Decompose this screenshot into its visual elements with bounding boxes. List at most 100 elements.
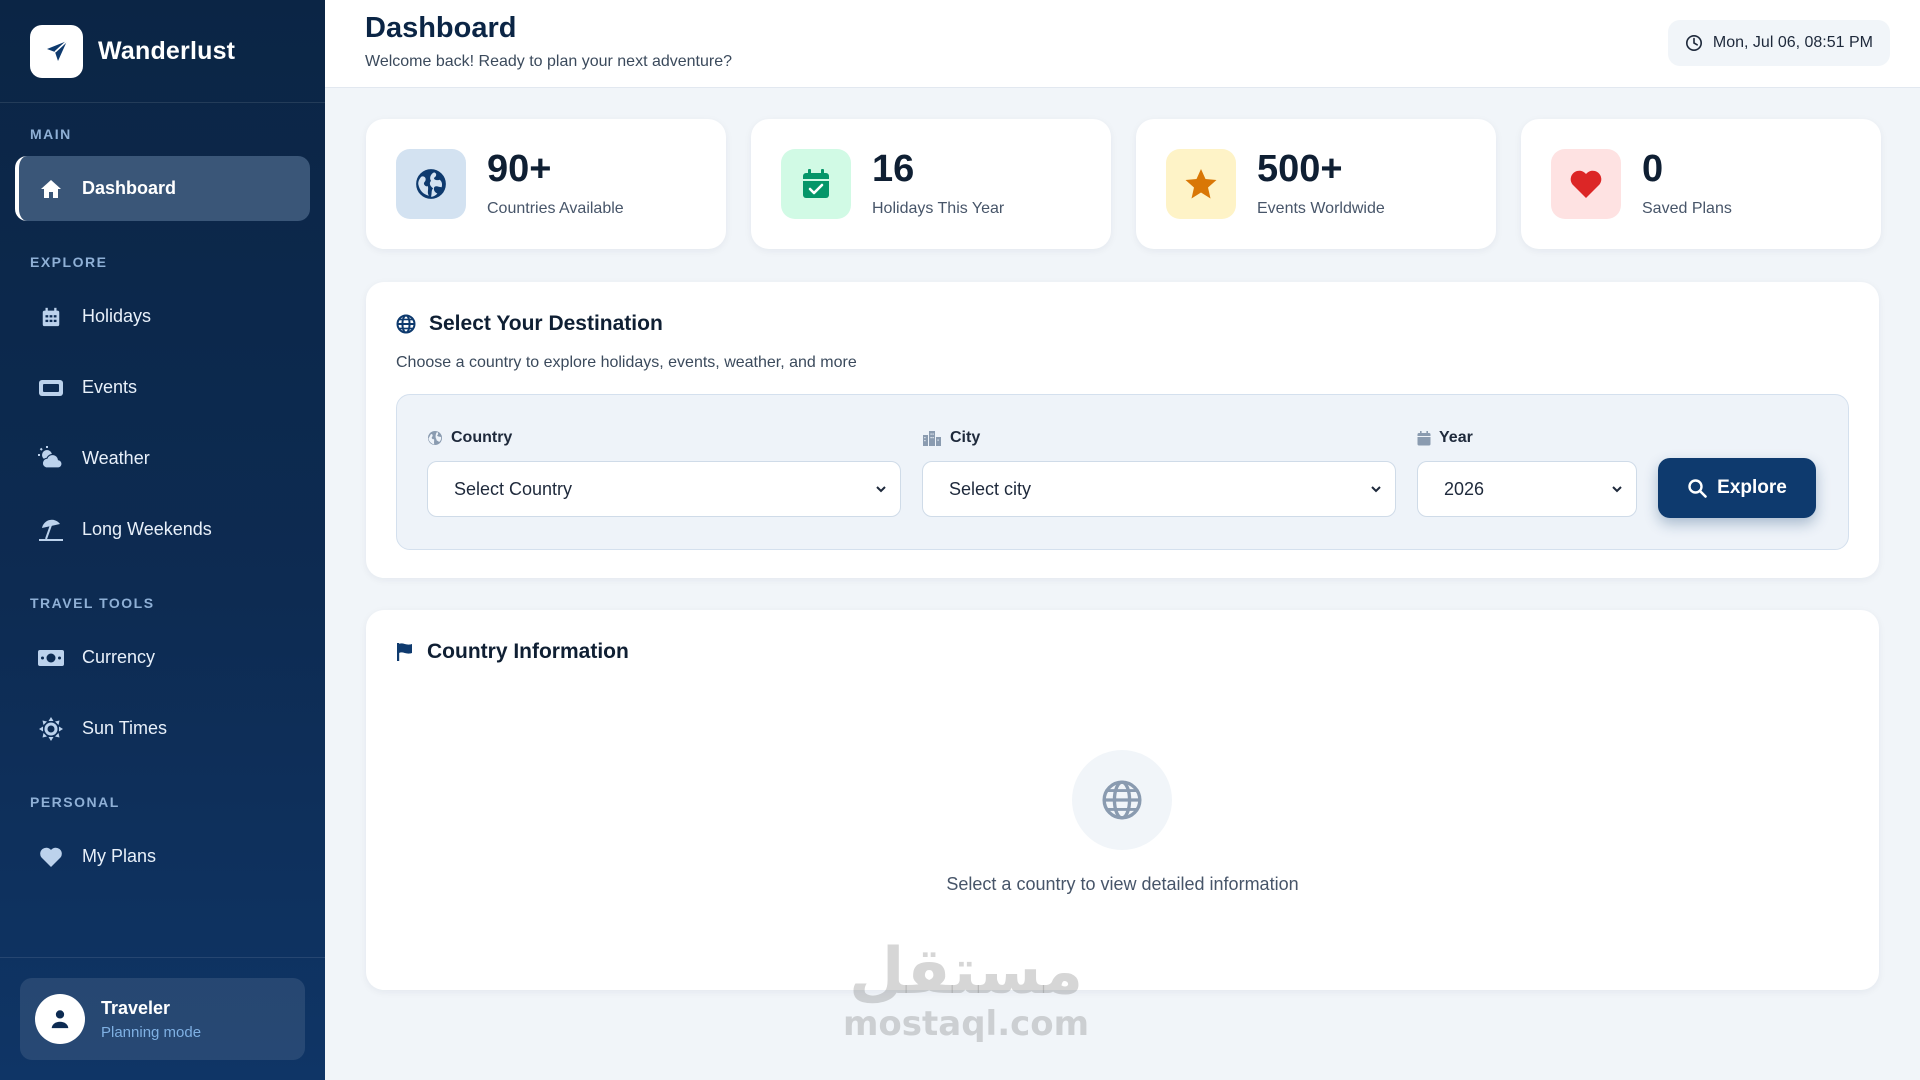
calendar-icon	[37, 303, 65, 331]
sidebar-item-currency[interactable]: Currency	[15, 625, 310, 690]
year-label-text: Year	[1439, 429, 1473, 446]
globe-icon	[416, 169, 446, 199]
user-icon	[51, 1010, 69, 1029]
stat-value: 0	[1642, 148, 1664, 190]
stat-card-holidays: 16 Holidays This Year	[751, 119, 1111, 249]
country-select-value: Select Country	[454, 478, 573, 499]
country-select[interactable]: Select Country	[427, 461, 901, 517]
globe-icon	[427, 430, 443, 446]
stat-icon-box	[396, 149, 466, 219]
page-title: Dashboard	[365, 12, 517, 44]
chevron-down-icon	[1371, 486, 1381, 493]
sidebar-item-label: Holidays	[82, 306, 152, 326]
sidebar-item-holidays[interactable]: Holidays	[15, 284, 310, 349]
city-icon	[922, 430, 942, 446]
datetime-text: Mon, Jul 06, 08:51 PM	[1712, 34, 1873, 51]
year-select-value: 2026	[1444, 478, 1485, 499]
sidebar-item-label: Currency	[82, 647, 156, 667]
destination-title: Select Your Destination	[396, 312, 663, 336]
cloud-sun-icon	[37, 445, 65, 473]
sidebar-divider	[0, 957, 325, 958]
stat-card-events: 500+ Events Worldwide	[1136, 119, 1496, 249]
nav-section-tools: TRAVEL TOOLS	[30, 595, 155, 611]
destination-title-text: Select Your Destination	[429, 312, 663, 335]
stat-value: 16	[872, 148, 915, 190]
calendar-check-icon	[803, 169, 829, 198]
destination-form: Country Select Country City Select city …	[396, 394, 1849, 550]
page-subtitle: Welcome back! Ready to plan your next ad…	[365, 53, 733, 70]
sidebar-item-my-plans[interactable]: My Plans	[15, 824, 310, 889]
heart-icon	[1570, 170, 1602, 198]
globe-icon	[1102, 780, 1142, 820]
country-label-text: Country	[451, 429, 513, 446]
sidebar-item-label: Long Weekends	[82, 519, 212, 539]
explore-button-label: Explore	[1717, 477, 1787, 498]
city-label: City	[922, 429, 980, 447]
empty-state-icon-circle	[1072, 750, 1172, 850]
city-label-text: City	[950, 429, 981, 446]
calendar-icon	[1417, 430, 1431, 446]
sidebar-item-label: Dashboard	[82, 178, 177, 198]
heart-icon	[37, 843, 65, 871]
explore-button[interactable]: Explore	[1658, 458, 1816, 518]
umbrella-beach-icon	[37, 516, 65, 544]
country-info-panel: Country Information Select a country to …	[366, 610, 1879, 990]
nav-section-personal: PERSONAL	[30, 794, 120, 810]
stat-value: 90+	[487, 148, 552, 190]
destination-panel: Select Your Destination Choose a country…	[366, 282, 1879, 578]
sidebar: Wanderlust MAIN Dashboard EXPLORE Holida…	[0, 0, 325, 1080]
sidebar-item-label: Events	[82, 377, 138, 397]
city-select-value: Select city	[949, 478, 1032, 499]
sidebar-item-label: My Plans	[82, 846, 157, 866]
sidebar-item-weather[interactable]: Weather	[15, 426, 310, 491]
chevron-down-icon	[876, 486, 886, 493]
chevron-down-icon	[1612, 486, 1622, 493]
sun-icon	[37, 715, 65, 743]
stat-icon-box	[781, 149, 851, 219]
user-card[interactable]: Traveler Planning mode	[20, 978, 305, 1060]
destination-subtitle: Choose a country to explore holidays, ev…	[396, 354, 857, 371]
year-label: Year	[1417, 429, 1473, 447]
paper-plane-icon	[46, 40, 68, 61]
city-select[interactable]: Select city	[922, 461, 1396, 517]
stat-value: 500+	[1257, 148, 1343, 190]
clock-icon	[1685, 34, 1703, 52]
sidebar-item-sun-times[interactable]: Sun Times	[15, 696, 310, 761]
watermark-arabic: مستقل	[849, 935, 1084, 1009]
country-info-title-text: Country Information	[427, 640, 629, 663]
stat-label: Saved Plans	[1642, 200, 1732, 217]
sidebar-item-long-weekends[interactable]: Long Weekends	[15, 497, 310, 562]
stat-label: Countries Available	[487, 200, 624, 217]
datetime-badge: Mon, Jul 06, 08:51 PM	[1667, 20, 1890, 66]
sidebar-item-dashboard[interactable]: Dashboard	[15, 156, 310, 221]
watermark: مستقل mostaql.com	[843, 940, 1089, 1044]
nav-section-main: MAIN	[30, 126, 72, 142]
watermark-latin: mostaql.com	[843, 1004, 1090, 1044]
year-select[interactable]: 2026	[1417, 461, 1637, 517]
sidebar-item-label: Weather	[82, 448, 150, 468]
top-header: Dashboard Welcome back! Ready to plan yo…	[325, 0, 1920, 88]
nav-section-explore: EXPLORE	[30, 254, 108, 270]
user-name: Traveler	[101, 997, 171, 1018]
country-label: Country	[427, 429, 512, 447]
ticket-icon	[37, 374, 65, 402]
stat-icon-box	[1551, 149, 1621, 219]
empty-state-text: Select a country to view detailed inform…	[946, 874, 1299, 894]
avatar	[35, 994, 85, 1044]
brand[interactable]: Wanderlust	[0, 0, 325, 103]
stat-card-saved-plans: 0 Saved Plans	[1521, 119, 1881, 249]
stat-icon-box	[1166, 149, 1236, 219]
stat-label: Events Worldwide	[1257, 200, 1385, 217]
sidebar-item-label: Sun Times	[82, 718, 168, 738]
user-mode: Planning mode	[101, 1023, 202, 1041]
sidebar-item-events[interactable]: Events	[15, 355, 310, 420]
country-info-title: Country Information	[396, 640, 629, 664]
stat-card-countries: 90+ Countries Available	[366, 119, 726, 249]
brand-logo	[30, 24, 83, 78]
search-icon	[1687, 478, 1707, 498]
brand-name: Wanderlust	[98, 36, 236, 65]
star-icon	[1185, 169, 1217, 199]
home-icon	[37, 175, 65, 203]
globe-icon	[396, 314, 416, 334]
flag-icon	[396, 642, 414, 662]
